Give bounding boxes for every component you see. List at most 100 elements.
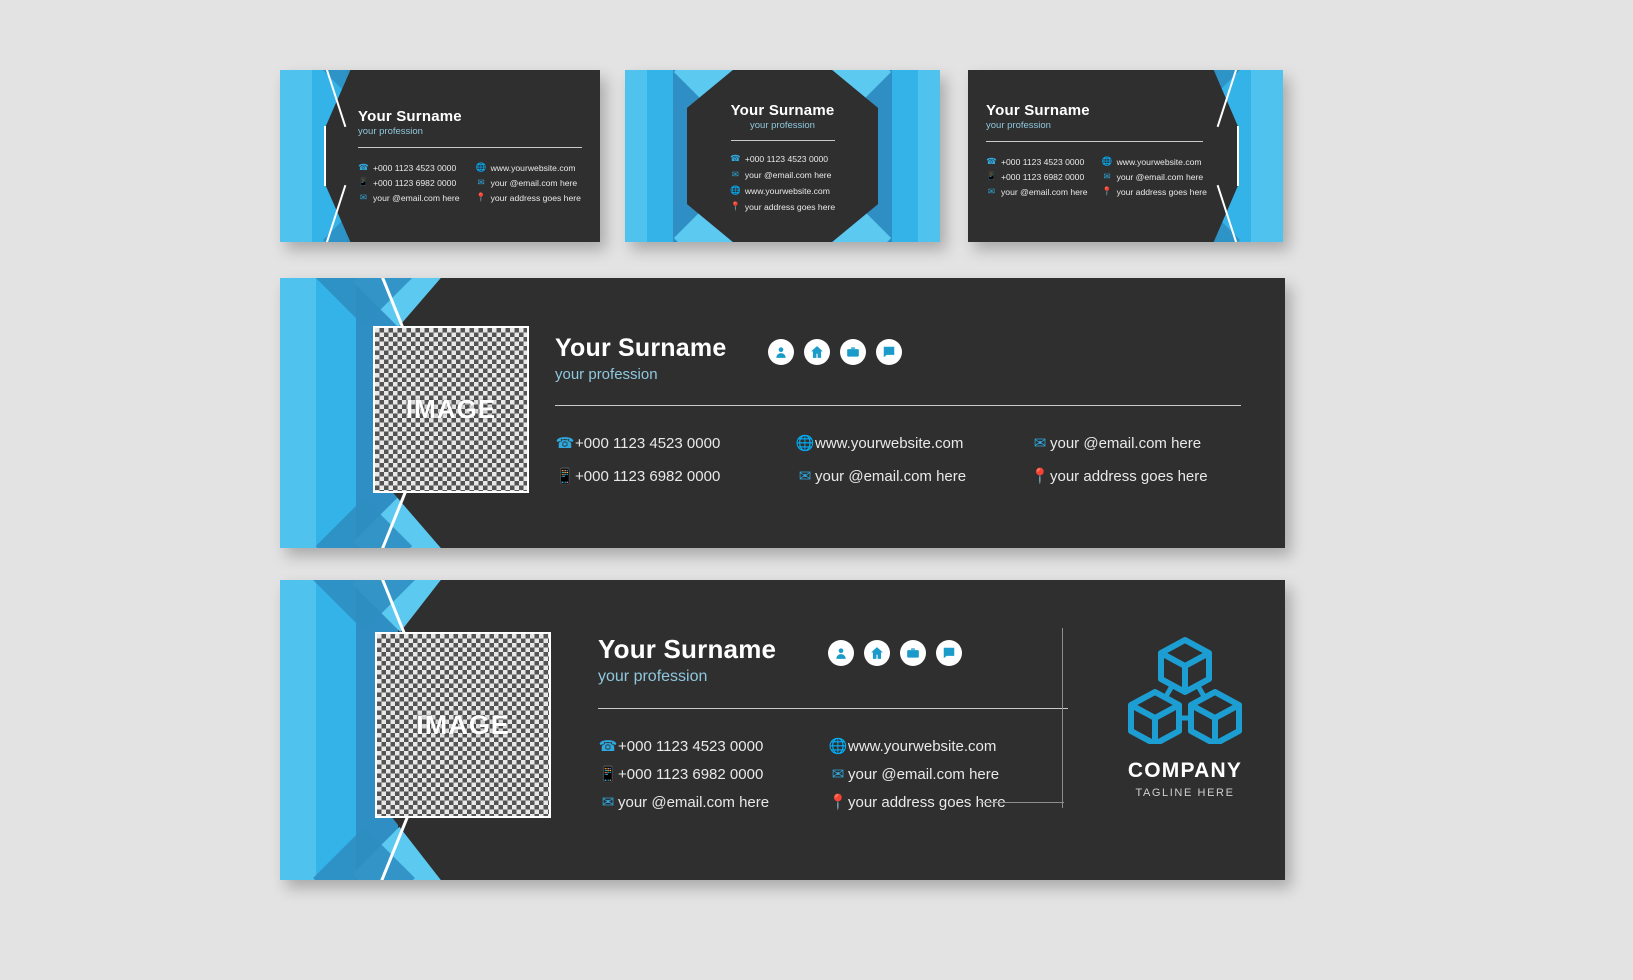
contact-text: your @email.com here [373,192,460,203]
business-card-center[interactable]: Your Surname your profession ☎ +000 1123… [625,70,940,242]
contact-address[interactable]: 📍 your address goes here [1102,186,1207,197]
contact-text: your address goes here [744,201,836,212]
divider-rule [598,708,1068,709]
contact-text: your @email.com here [744,169,832,180]
mobile-icon: 📱 [598,766,618,783]
location-icon: 📍 [1030,468,1050,485]
email-signature-banner-middle[interactable]: IMAGE Your Surname your profession ☎ +00… [280,278,1285,548]
contact-phone[interactable]: ☎ +000 1123 4523 0000 [598,737,828,756]
contact-phone[interactable]: ☎ +000 1123 4523 0000 [358,162,460,173]
contact-phone[interactable]: ☎ +000 1123 4523 0000 [730,153,835,164]
contact-email[interactable]: ✉ your @email.com here [795,467,1030,486]
globe-icon: 🌐 [828,738,848,755]
contact-email[interactable]: ✉ your @email.com here [358,192,460,203]
location-icon: 📍 [828,794,848,811]
location-icon: 📍 [729,201,741,211]
image-placeholder[interactable]: IMAGE [375,632,551,818]
banner-surname: Your Surname [555,334,727,362]
phone-icon: ☎ [729,153,741,163]
contact-website[interactable]: 🌐 www.yourwebsite.com [730,185,835,196]
contact-text: your @email.com here [1116,171,1204,182]
contact-text: your @email.com here [815,467,967,485]
contact-text: your @email.com here [490,177,578,188]
home-icon[interactable] [804,338,831,365]
divider-rule [730,140,835,141]
person-icon[interactable] [768,338,795,365]
contact-text: www.yourwebsite.com [815,434,964,452]
contact-email-2[interactable]: ✉ your @email.com here [828,765,1006,784]
band-mid [316,278,356,548]
contact-text: +000 1123 6982 0000 [373,177,457,188]
contact-column: 🌐 www.yourwebsite.com ✉ your @email.com … [476,162,581,203]
contact-text: +000 1123 6982 0000 [575,467,721,485]
contact-column: ✉ your @email.com here 📍 your address go… [1030,434,1208,486]
business-card-left[interactable]: Your Surname your profession ☎ +000 1123… [280,70,600,242]
globe-icon: 🌐 [795,435,815,452]
person-icon[interactable] [828,640,855,666]
contact-email-2[interactable]: ✉ your @email.com here [476,177,581,188]
contact-website[interactable]: 🌐 www.yourwebsite.com [795,434,1030,453]
card-profession: your profession [986,120,1051,131]
design-canvas: Your Surname your profession ☎ +000 1123… [0,0,1633,980]
contact-text: your address goes here [490,192,581,203]
home-icon[interactable] [864,640,891,666]
band-light [280,580,316,880]
contact-address[interactable]: 📍 your address goes here [828,793,1006,812]
contact-text: www.yourwebsite.com [744,185,830,196]
contact-column: 🌐 www.yourwebsite.com ✉ your @email.com … [828,737,1006,812]
image-placeholder[interactable]: IMAGE [373,326,529,493]
company-tagline: TAGLINE HERE [1135,787,1235,799]
briefcase-icon[interactable] [840,338,867,365]
contact-address[interactable]: 📍 your address goes here [476,192,581,203]
contact-website[interactable]: 🌐 www.yourwebsite.com [828,737,1006,756]
email-icon: ✉ [731,169,739,179]
contact-text: your @email.com here [1050,434,1202,452]
edge-slash-mid [324,126,326,186]
contact-email-2[interactable]: ✉ your @email.com here [1030,434,1208,453]
band-light [280,278,316,548]
contact-website[interactable]: 🌐 www.yourwebsite.com [476,162,581,173]
phone-icon: ☎ [555,435,575,452]
contact-text: +000 1123 4523 0000 [575,434,721,452]
contact-mobile[interactable]: 📱 +000 1123 6982 0000 [598,765,828,784]
contact-mobile[interactable]: 📱 +000 1123 6982 0000 [358,177,460,188]
briefcase-icon[interactable] [900,640,927,666]
contact-phone[interactable]: ☎ +000 1123 4523 0000 [555,434,795,453]
email-icon: ✉ [1033,435,1047,452]
contact-column: ☎ +000 1123 4523 0000 📱 +000 1123 6982 0… [598,737,828,812]
business-card-right[interactable]: Your Surname your profession ☎ +000 1123… [968,70,1283,242]
contact-email[interactable]: ✉ your @email.com here [986,186,1088,197]
divider-rule [358,147,582,148]
card-surname: Your Surname [358,108,462,125]
image-placeholder-label: IMAGE [405,394,497,424]
email-icon: ✉ [359,192,368,202]
contact-email[interactable]: ✉ your @email.com here [730,169,835,180]
location-icon: 📍 [1101,186,1113,196]
email-signature-banner-bottom[interactable]: IMAGE Your Surname your profession ☎ +00… [280,580,1285,880]
contact-phone[interactable]: ☎ +000 1123 4523 0000 [986,156,1088,167]
contact-text: your @email.com here [618,793,770,811]
contact-mobile[interactable]: 📱 +000 1123 6982 0000 [555,467,795,486]
contact-text: +000 1123 4523 0000 [1001,156,1085,167]
contact-text: +000 1123 6982 0000 [618,765,764,783]
contact-website[interactable]: 🌐 www.yourwebsite.com [1102,156,1207,167]
contact-column: ☎ +000 1123 4523 0000 📱 +000 1123 6982 0… [986,156,1088,197]
social-icons-group [828,640,963,666]
divider-rule [986,141,1203,142]
chat-icon[interactable] [876,338,903,365]
contact-address[interactable]: 📍 your address goes here [1030,467,1208,486]
phone-icon: ☎ [986,156,997,166]
email-icon: ✉ [831,766,845,783]
divider-rule [555,405,1241,406]
contact-email-2[interactable]: ✉ your @email.com here [1102,171,1207,182]
contact-text: +000 1123 4523 0000 [618,737,764,755]
chat-icon[interactable] [936,640,963,666]
contact-email[interactable]: ✉ your @email.com here [598,793,828,812]
contact-mobile[interactable]: 📱 +000 1123 6982 0000 [986,171,1088,182]
logo-section-divider-h [980,802,1064,803]
band-mid [316,580,356,880]
banner-profession: your profession [555,366,658,383]
contact-address[interactable]: 📍 your address goes here [730,201,835,212]
email-icon: ✉ [798,468,812,485]
company-logo-block[interactable]: COMPANY TAGLINE HERE [1100,634,1270,799]
